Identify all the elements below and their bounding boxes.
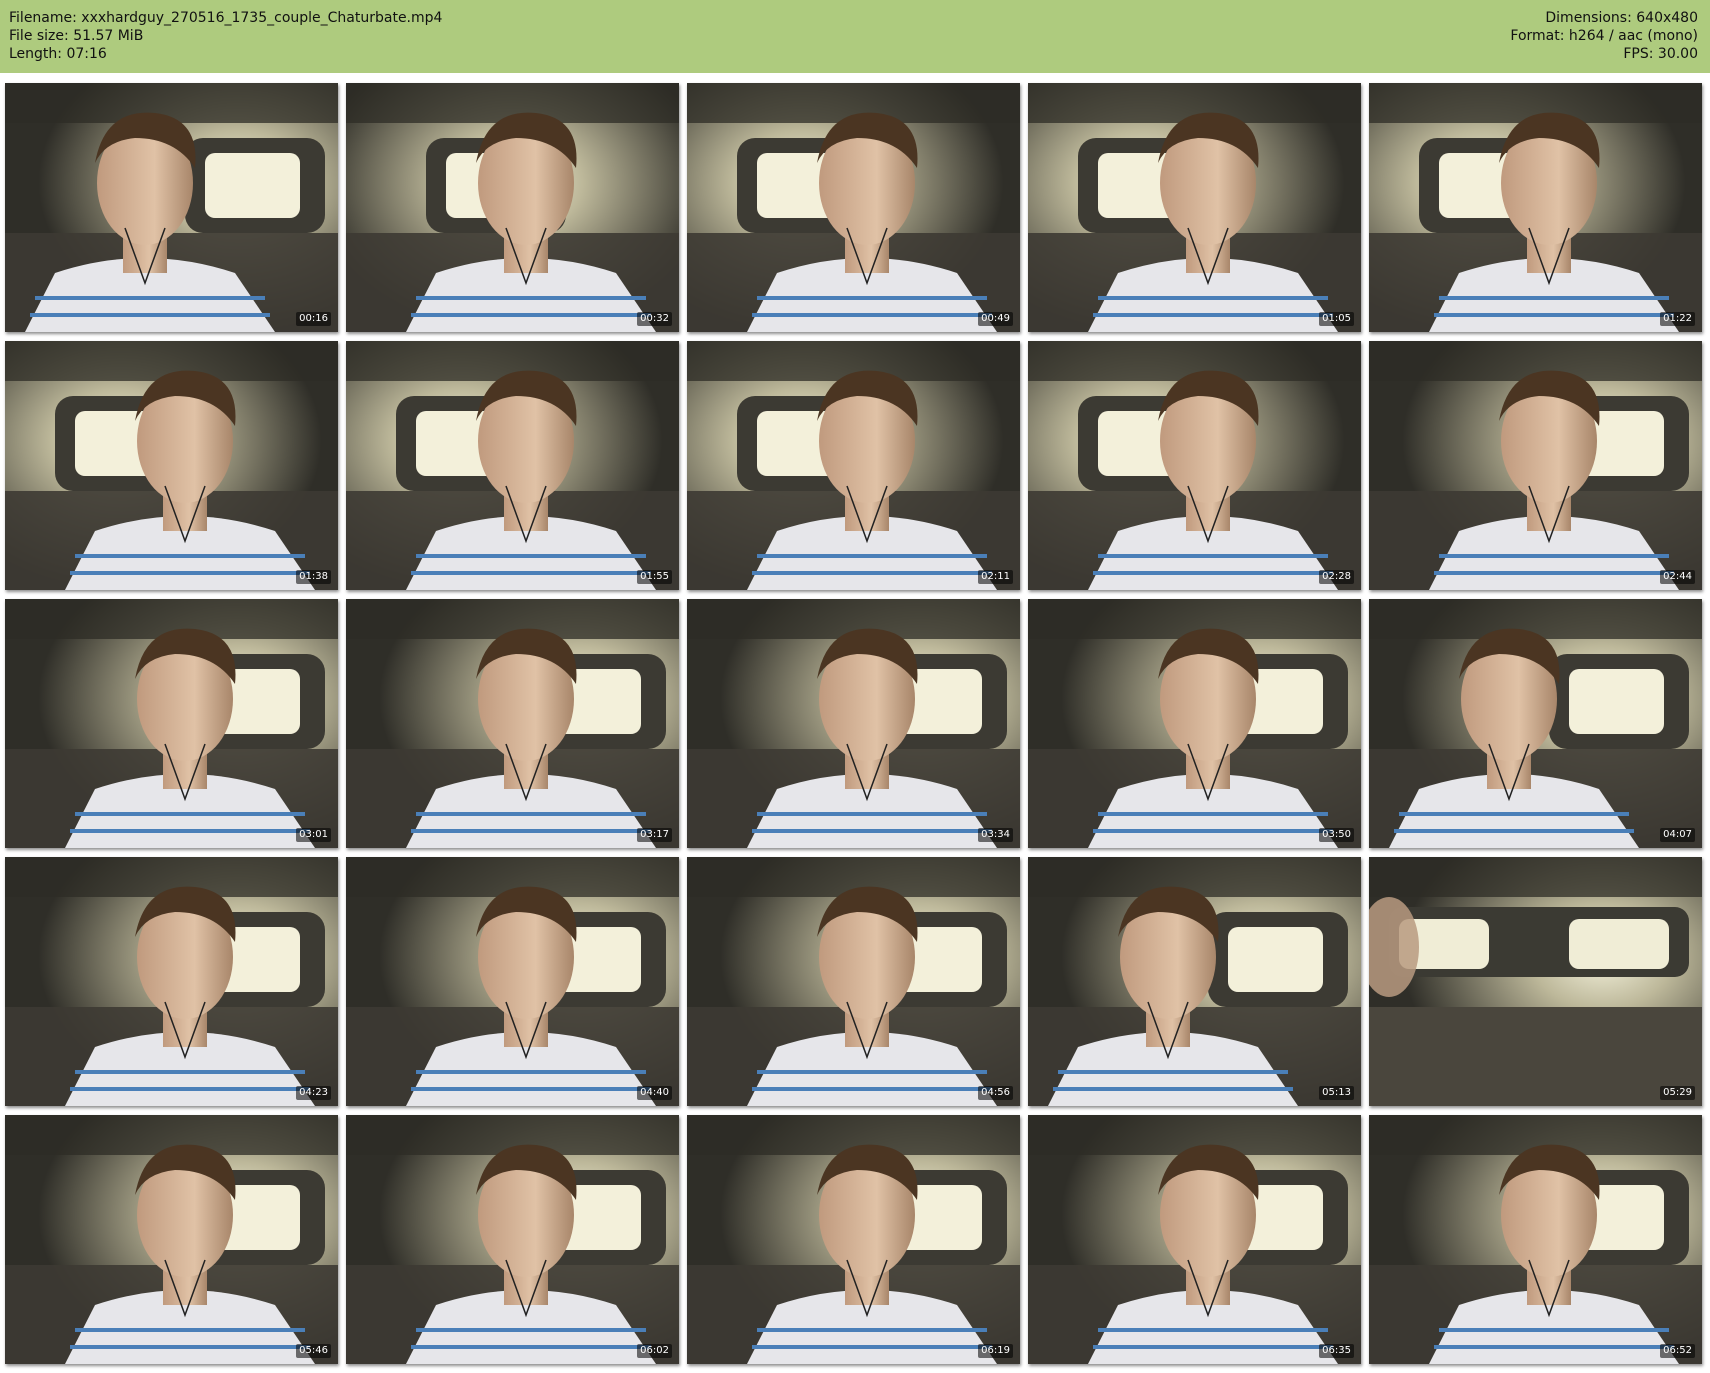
video-frame-thumbnail[interactable]: 05:13 — [1028, 857, 1361, 1106]
filename-text: Filename: xxxhardguy_270516_1735_couple_… — [9, 10, 443, 26]
timestamp-label: 00:49 — [978, 312, 1013, 326]
video-frame-thumbnail[interactable]: 04:56 — [687, 857, 1020, 1106]
frame-image — [1028, 857, 1361, 1106]
frame-image — [687, 83, 1020, 332]
filesize-text: File size: 51.57 MiB — [9, 28, 144, 44]
video-frame-thumbnail[interactable]: 04:23 — [5, 857, 338, 1106]
timestamp-label: 02:28 — [1319, 570, 1354, 584]
frame-image — [1028, 341, 1361, 590]
timestamp-label: 03:50 — [1319, 828, 1354, 842]
info-header: Filename: xxxhardguy_270516_1735_couple_… — [0, 0, 1710, 73]
timestamp-label: 01:38 — [296, 570, 331, 584]
frame-image — [1369, 1115, 1702, 1364]
frame-image — [687, 1115, 1020, 1364]
file-meta-left: Filename: xxxhardguy_270516_1735_couple_… — [9, 9, 442, 63]
timestamp-label: 04:23 — [296, 1086, 331, 1100]
video-frame-thumbnail[interactable]: 03:50 — [1028, 599, 1361, 848]
video-frame-thumbnail[interactable]: 02:11 — [687, 341, 1020, 590]
frame-image — [346, 599, 679, 848]
timestamp-label: 00:32 — [637, 312, 672, 326]
timestamp-label: 02:44 — [1660, 570, 1695, 584]
video-frame-thumbnail[interactable]: 01:22 — [1369, 83, 1702, 332]
frame-image — [1028, 1115, 1361, 1364]
dimensions-text: Dimensions: 640x480 — [1545, 10, 1698, 26]
length-text: Length: 07:16 — [9, 46, 107, 62]
timestamp-label: 00:16 — [296, 312, 331, 326]
timestamp-label: 04:07 — [1660, 828, 1695, 842]
video-frame-thumbnail[interactable]: 06:19 — [687, 1115, 1020, 1364]
frame-image — [687, 857, 1020, 1106]
frame-image — [687, 599, 1020, 848]
format-text: Format: h264 / aac (mono) — [1510, 28, 1698, 44]
video-frame-thumbnail[interactable]: 03:17 — [346, 599, 679, 848]
timestamp-label: 06:35 — [1319, 1344, 1354, 1358]
frame-image — [687, 341, 1020, 590]
video-frame-thumbnail[interactable]: 01:38 — [5, 341, 338, 590]
timestamp-label: 05:46 — [296, 1344, 331, 1358]
frame-image — [1369, 83, 1702, 332]
timestamp-label: 01:05 — [1319, 312, 1354, 326]
video-frame-thumbnail[interactable]: 06:35 — [1028, 1115, 1361, 1364]
timestamp-label: 06:52 — [1660, 1344, 1695, 1358]
timestamp-label: 03:01 — [296, 828, 331, 842]
video-frame-thumbnail[interactable]: 05:29 — [1369, 857, 1702, 1106]
frame-image — [5, 341, 338, 590]
video-frame-thumbnail[interactable]: 03:01 — [5, 599, 338, 848]
video-frame-thumbnail[interactable]: 04:07 — [1369, 599, 1702, 848]
video-frame-thumbnail[interactable]: 01:55 — [346, 341, 679, 590]
frame-image — [346, 341, 679, 590]
frame-image — [346, 857, 679, 1106]
frame-image — [346, 1115, 679, 1364]
frame-image — [5, 599, 338, 848]
video-frame-thumbnail[interactable]: 00:49 — [687, 83, 1020, 332]
video-frame-thumbnail[interactable]: 02:28 — [1028, 341, 1361, 590]
video-frame-thumbnail[interactable]: 04:40 — [346, 857, 679, 1106]
video-frame-thumbnail[interactable]: 05:46 — [5, 1115, 338, 1364]
video-frame-thumbnail[interactable]: 01:05 — [1028, 83, 1361, 332]
frame-image — [346, 83, 679, 332]
timestamp-label: 03:34 — [978, 828, 1013, 842]
timestamp-label: 05:13 — [1319, 1086, 1354, 1100]
frame-image — [1369, 341, 1702, 590]
frame-image — [5, 83, 338, 332]
frame-image — [5, 1115, 338, 1364]
timestamp-label: 03:17 — [637, 828, 672, 842]
frame-image — [5, 857, 338, 1106]
timestamp-label: 04:40 — [637, 1086, 672, 1100]
video-frame-thumbnail[interactable]: 02:44 — [1369, 341, 1702, 590]
fps-text: FPS: 30.00 — [1623, 46, 1698, 62]
video-frame-thumbnail[interactable]: 03:34 — [687, 599, 1020, 848]
frame-image — [1028, 599, 1361, 848]
frame-image — [1028, 83, 1361, 332]
timestamp-label: 06:19 — [978, 1344, 1013, 1358]
timestamp-label: 01:55 — [637, 570, 672, 584]
video-frame-thumbnail[interactable]: 06:02 — [346, 1115, 679, 1364]
timestamp-label: 01:22 — [1660, 312, 1695, 326]
timestamp-label: 02:11 — [978, 570, 1013, 584]
video-frame-thumbnail[interactable]: 00:16 — [5, 83, 338, 332]
frame-image — [1369, 857, 1702, 1106]
frame-image — [1369, 599, 1702, 848]
video-frame-thumbnail[interactable]: 06:52 — [1369, 1115, 1702, 1364]
timestamp-label: 05:29 — [1660, 1086, 1695, 1100]
video-frame-thumbnail[interactable]: 00:32 — [346, 83, 679, 332]
file-meta-right: Dimensions: 640x480 Format: h264 / aac (… — [1510, 9, 1698, 63]
timestamp-label: 04:56 — [978, 1086, 1013, 1100]
thumbnail-grid: 00:16 00:32 00:49 01:05 01:22 01:38 01:5… — [5, 83, 1705, 1364]
timestamp-label: 06:02 — [637, 1344, 672, 1358]
